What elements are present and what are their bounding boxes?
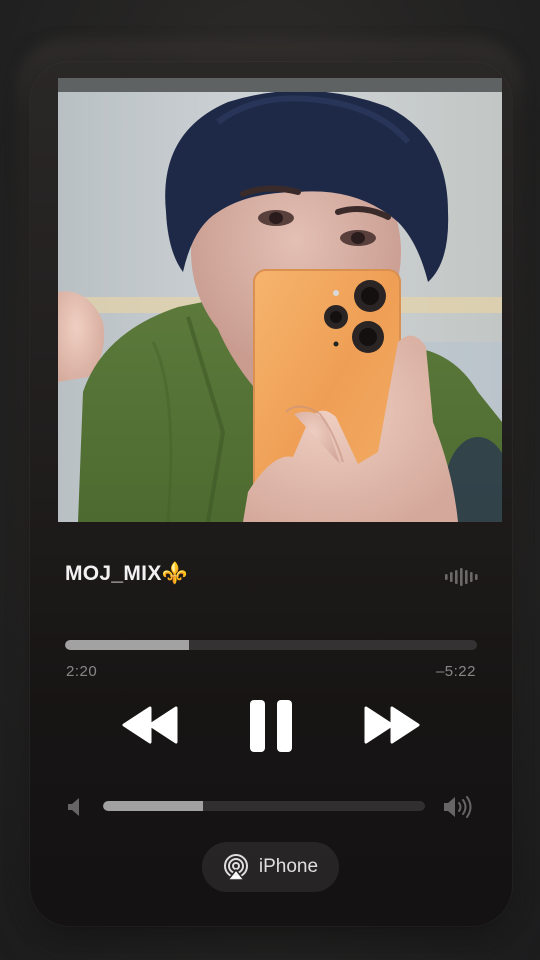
pause-icon bbox=[250, 700, 292, 752]
speaker-high-icon bbox=[444, 796, 472, 818]
now-playing-card: MOJ_MIX⚜️ 2:20 –5:22 iPhone bbox=[30, 62, 512, 926]
airplay-icon bbox=[223, 854, 248, 880]
artwork-photo bbox=[58, 92, 502, 522]
volume-slider[interactable] bbox=[103, 801, 425, 811]
artwork-top-border bbox=[58, 78, 502, 92]
volume-fill bbox=[103, 801, 203, 811]
output-device-label: iPhone bbox=[258, 856, 319, 877]
airplay-output-button[interactable]: iPhone bbox=[202, 842, 339, 892]
playback-progress-fill bbox=[65, 640, 189, 650]
song-title[interactable]: MOJ_MIX⚜️ bbox=[65, 562, 188, 586]
pause-button[interactable] bbox=[244, 698, 298, 754]
waveform-icon bbox=[445, 568, 478, 586]
speaker-low-icon bbox=[68, 798, 79, 816]
elapsed-time: 2:20 bbox=[66, 663, 98, 680]
forward-button[interactable] bbox=[360, 702, 422, 748]
backward-icon bbox=[122, 706, 178, 744]
rewind-button[interactable] bbox=[120, 702, 182, 748]
album-artwork[interactable] bbox=[58, 78, 502, 522]
forward-icon bbox=[364, 706, 420, 744]
playback-scrubber[interactable] bbox=[65, 640, 477, 650]
remaining-time: –5:22 bbox=[435, 663, 476, 680]
